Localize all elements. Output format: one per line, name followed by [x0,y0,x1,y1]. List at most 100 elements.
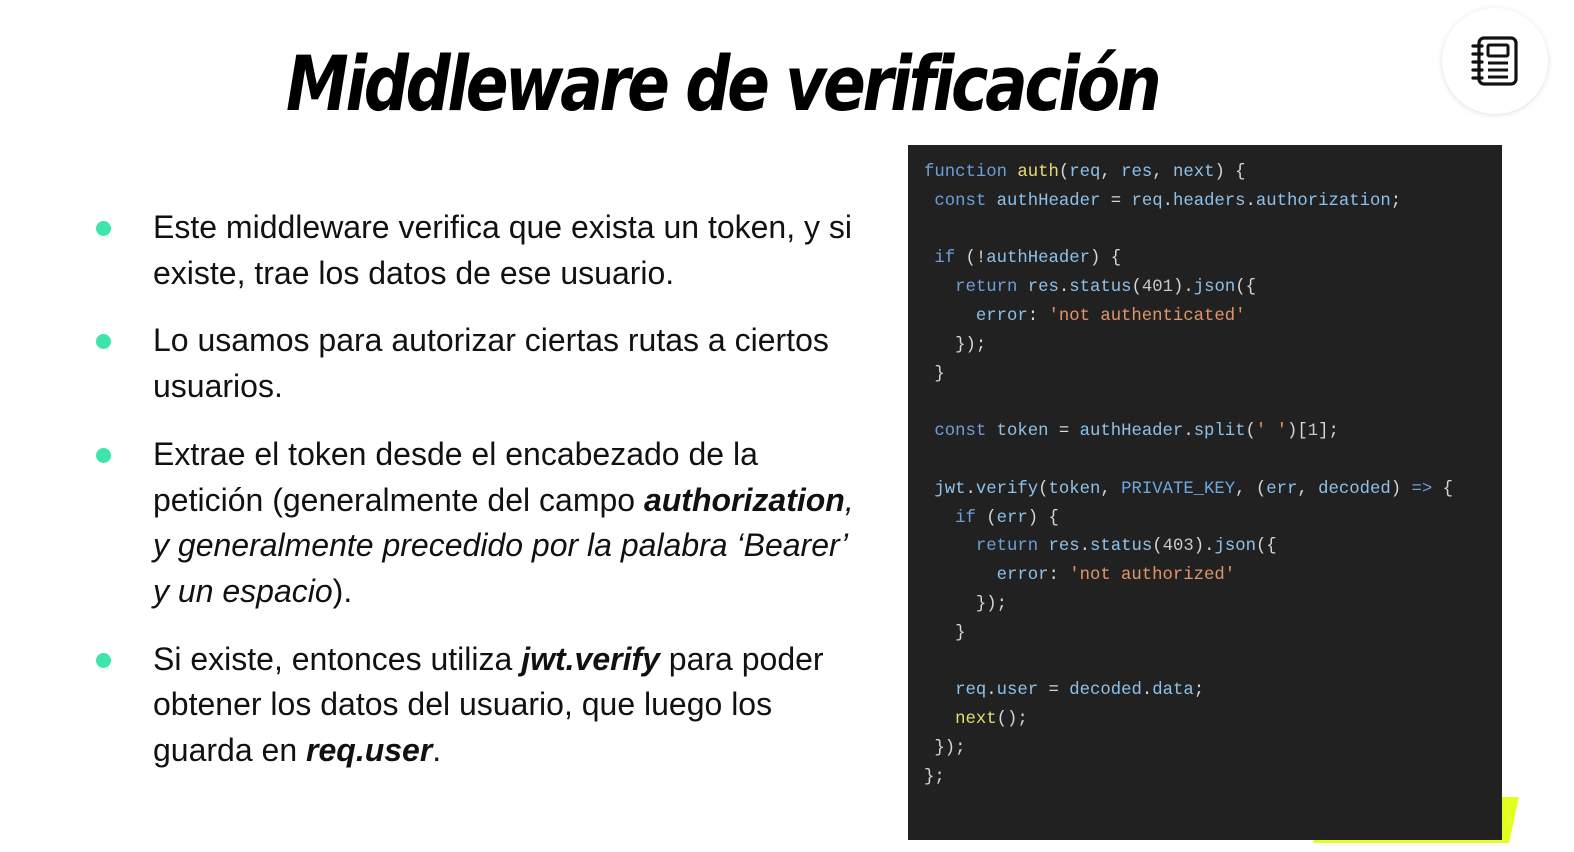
code-token: headers [1172,191,1246,211]
code-token: 401 [1141,278,1173,298]
code-token: , ( [1235,479,1267,499]
code-token: 'not authenticated' [1048,306,1246,326]
code-line: }; [924,764,1453,793]
code-token: }; [924,767,945,787]
code-line: }); [924,735,1453,764]
code-token: . [1183,422,1194,442]
code-token: ) { [1214,163,1246,182]
code-line: next(); [924,706,1453,735]
code-line: if (!authHeader) { [924,245,1453,274]
code-token: = [1038,681,1070,701]
code-token: (! [955,249,987,269]
code-token: }); [924,738,966,758]
bullet-text: jwt.verify [521,640,660,677]
code-panel: function auth(req, res, next) { const au… [908,145,1502,840]
code-token: 1 [1307,422,1319,442]
bullet-text: Este middleware verifica que exista un t… [153,209,852,291]
code-token: ( [1038,479,1049,499]
notebook-icon [1471,36,1518,86]
code-token: ( [1131,278,1142,298]
bullet-item-extract-token: Extrae el token desde el encabezado de l… [92,432,862,615]
code-token: res [1027,278,1059,298]
code-token: } [924,364,945,384]
code-token: PRIVATE_KEY [1121,479,1236,499]
code-token: ) [1390,479,1412,499]
code-token: json [1193,278,1236,298]
code-token: function [924,163,1007,182]
code-token: ) { [1089,249,1122,269]
code-token: next [955,710,997,730]
code-token: req [1069,163,1101,182]
code-token: (); [996,710,1028,730]
code-token: = [1048,422,1080,442]
code-token: status [1089,537,1153,557]
code-token: jwt [934,479,966,499]
code-token: const [934,191,987,211]
code-token: error [996,566,1049,586]
code-token: res [1048,537,1080,557]
code-token: }); [924,594,1007,614]
bullet-dot-icon [96,447,111,463]
code-token: ( [1058,163,1070,182]
code-token: , [1297,479,1319,499]
code-token: ). [1172,278,1194,298]
notebook-badge[interactable] [1442,8,1548,114]
code-line: const authHeader = req.headers.authoriza… [924,188,1453,217]
code-token: token [996,422,1049,442]
code-line: error: 'not authorized' [924,562,1453,591]
code-token: decoded [1318,479,1391,499]
bullet-item-jwt-verify: Si existe, entonces utiliza jwt.verify p… [92,637,862,774]
code-token: authorization [1255,191,1391,211]
code-line: req.user = decoded.data; [924,677,1453,706]
bullet-item-token-check: Este middleware verifica que exista un t… [92,205,862,296]
slide: Middleware de verificación Este middlewa… [0,0,1574,852]
code-token: }); [924,335,987,355]
code-token: json [1214,537,1256,557]
code-token: authHeader [996,191,1101,211]
code-token: => [1411,479,1433,499]
code-token: error [975,306,1028,326]
code-token: auth [1017,163,1059,182]
code-line: }); [924,591,1453,620]
code-token: : [1027,306,1049,326]
code-token: res [1121,163,1153,182]
code-line: } [924,620,1453,649]
code-line: }); [924,332,1453,361]
code-line: } [924,361,1453,390]
code-token: const [934,422,987,442]
code-token: decoded [1069,681,1142,701]
code-token: : [1048,566,1070,586]
code-token: } [924,623,966,643]
bullet-text: Lo usamos para autorizar ciertas rutas a… [153,322,829,405]
code-token: split [1193,422,1246,442]
code-token: ) { [1027,508,1059,528]
code-token: status [1069,278,1132,298]
code-token: . [1245,191,1256,211]
bullet-dot-icon [96,652,111,668]
code-line: function auth(req, res, next) { [924,159,1453,188]
code-token: err [996,508,1028,528]
code-token: . [965,479,976,499]
bullet-text: authorization [643,481,845,518]
code-token: ; [1193,681,1205,701]
bullet-text: Si existe, entonces utiliza [153,640,522,677]
code-line: const token = authHeader.split(' ')[1]; [924,418,1453,447]
code-token: return [955,278,1018,298]
code-token: . [1162,191,1173,211]
bullet-text: req.user [306,732,433,769]
